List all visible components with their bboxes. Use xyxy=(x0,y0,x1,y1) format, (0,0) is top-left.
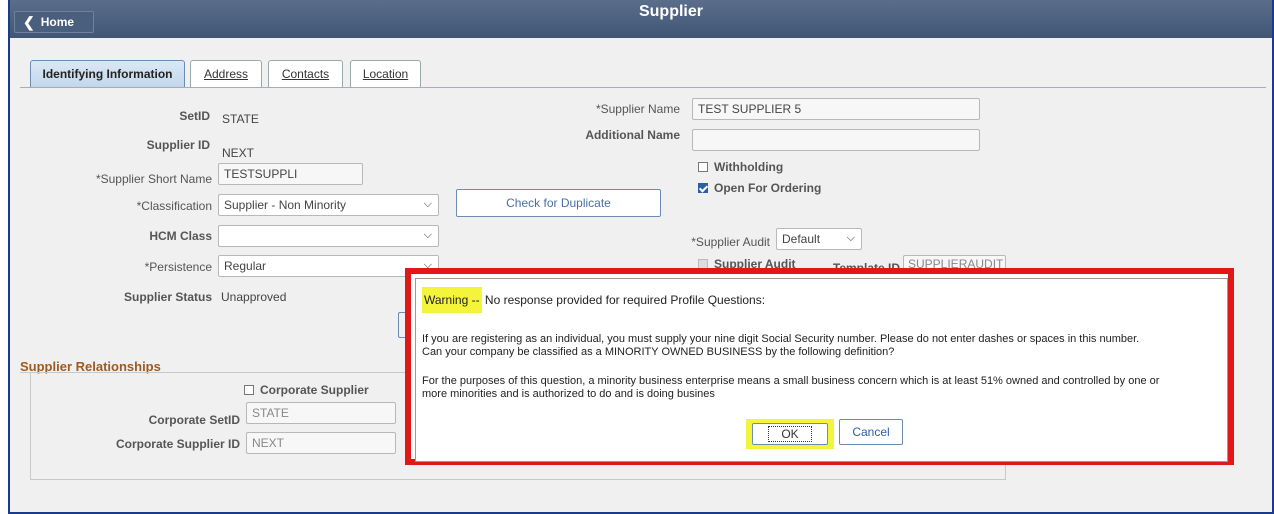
classification-select[interactable]: Supplier - Non Minority ⌵ xyxy=(218,194,439,216)
tab-label: Identifying Information xyxy=(42,67,173,81)
corporate-setid-input[interactable]: STATE xyxy=(246,402,396,424)
tab-identifying-information[interactable]: Identifying Information xyxy=(30,60,185,88)
supplier-audit-value: Default xyxy=(782,232,821,246)
warning-highlight: Warning -- xyxy=(422,287,482,313)
corporate-supplier-id-input[interactable]: NEXT xyxy=(246,432,396,454)
supplier-id-label: Supplier ID xyxy=(146,138,210,152)
setid-value: STATE xyxy=(222,112,259,126)
checkbox-icon xyxy=(698,162,708,172)
hcm-class-select[interactable]: ⌵ xyxy=(218,225,439,247)
setid-label: SetID xyxy=(179,109,210,123)
classification-value: Supplier - Non Minority xyxy=(224,198,347,212)
withholding-checkbox[interactable]: Withholding xyxy=(698,160,783,174)
supplier-status-label: Supplier Status xyxy=(123,290,212,304)
cancel-button[interactable]: Cancel xyxy=(839,419,903,445)
message-ssn: If you are registering as an individual,… xyxy=(422,333,1140,345)
message-minority: Can your company be classified as a MINO… xyxy=(422,346,895,358)
corporate-supplier-id-label: Corporate Supplier ID xyxy=(115,437,240,451)
tab-contacts[interactable]: Contacts xyxy=(268,60,343,88)
classification-label: *Classification xyxy=(136,199,212,213)
supplier-audit-label: *Supplier Audit xyxy=(691,235,770,249)
ok-highlight: OK xyxy=(746,419,834,449)
open-for-ordering-checkbox[interactable]: Open For Ordering xyxy=(698,181,821,195)
warning-text: No response provided for required Profil… xyxy=(481,293,766,307)
supplier-name-input[interactable]: TEST SUPPLIER 5 xyxy=(692,98,980,120)
warning-heading: Warning -- No response provided for requ… xyxy=(422,287,766,313)
message-definition-1: For the purposes of this question, a min… xyxy=(422,375,1160,387)
supplier-status-value: Unapproved xyxy=(221,290,287,304)
check-duplicate-button[interactable]: Check for Duplicate xyxy=(456,189,661,217)
ok-button[interactable]: OK xyxy=(752,423,828,445)
corporate-supplier-label: Corporate Supplier xyxy=(260,383,369,397)
message-definition-2: more minorities and is authorized to do … xyxy=(422,388,715,400)
tab-label: Contacts xyxy=(281,67,330,81)
withholding-label: Withholding xyxy=(714,160,784,174)
persistence-value: Regular xyxy=(224,259,267,273)
chevron-down-icon: ⌵ xyxy=(423,198,432,210)
tab-address[interactable]: Address xyxy=(190,60,262,88)
page-title: Supplier xyxy=(638,3,703,20)
page-header: ❮ Home Supplier xyxy=(10,0,1272,38)
open-for-ordering-label: Open For Ordering xyxy=(714,181,822,195)
chevron-down-icon: ⌵ xyxy=(846,232,855,244)
warning-dialog: Warning -- No response provided for requ… xyxy=(415,278,1228,462)
supplier-id-value: NEXT xyxy=(222,146,255,160)
tab-label: Location xyxy=(362,67,409,81)
corporate-setid-label: Corporate SetID xyxy=(148,413,240,427)
chevron-down-icon: ⌵ xyxy=(423,229,432,241)
tab-divider xyxy=(20,87,1266,88)
additional-name-input[interactable] xyxy=(692,129,980,151)
checkbox-icon xyxy=(244,385,254,395)
short-name-label: *Supplier Short Name xyxy=(95,172,212,186)
short-name-input[interactable]: TESTSUPPLI xyxy=(218,163,363,185)
checkbox-checked-icon xyxy=(698,183,708,193)
supplier-name-label: *Supplier Name xyxy=(595,102,680,116)
supplier-audit-select[interactable]: Default ⌵ xyxy=(776,228,862,250)
corporate-supplier-checkbox[interactable]: Corporate Supplier xyxy=(244,383,369,397)
ok-label: OK xyxy=(768,426,812,442)
persistence-label: *Persistence xyxy=(144,260,212,274)
tab-label: Address xyxy=(203,67,249,81)
tab-location[interactable]: Location xyxy=(350,60,421,88)
additional-name-label: Additional Name xyxy=(585,128,680,142)
hcm-class-label: HCM Class xyxy=(149,229,212,243)
